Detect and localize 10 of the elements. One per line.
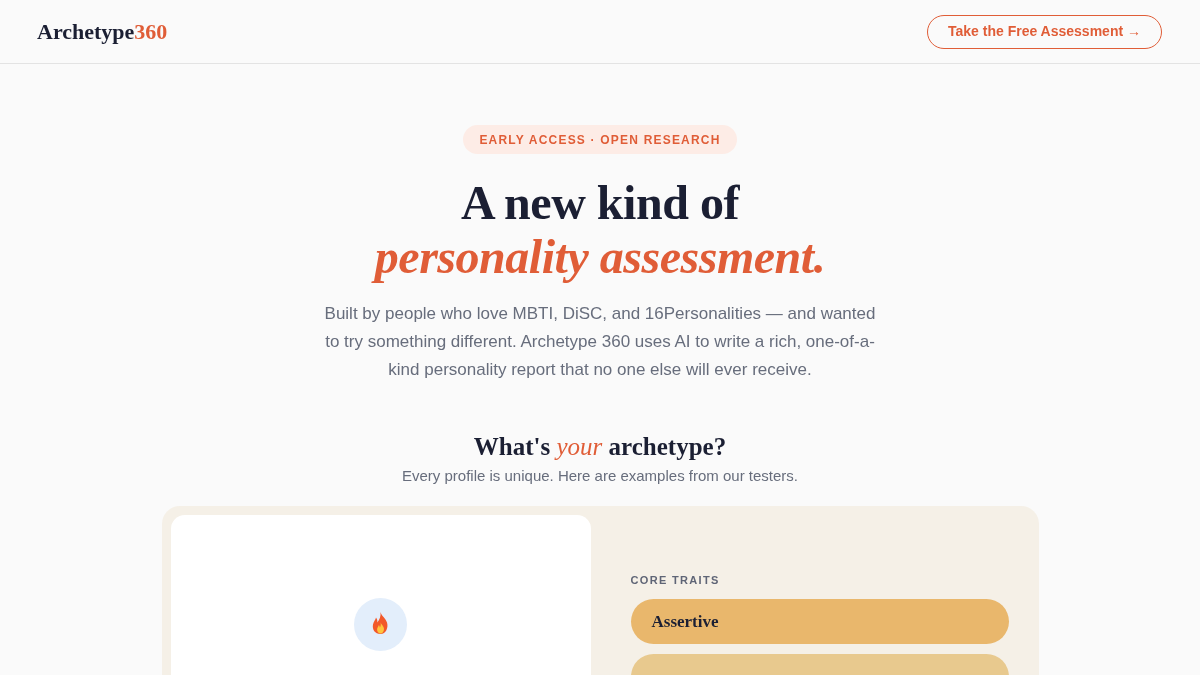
hero-description: Built by people who love MBTI, DiSC, and 16Personalities — and wanted to try something different. Archetype 360 uses AI to write a rich, one-of-a-kind personality report that no one else will ever receive. xyxy=(323,303,877,381)
logo-text: Archetype xyxy=(37,20,135,43)
trait-label: Assertive xyxy=(651,610,719,633)
section-subheading: Every profile is unique. Here are examples from our testers. xyxy=(402,466,798,486)
section-heading: What's your archetype? xyxy=(473,432,727,462)
hero-title: A new kind of xyxy=(461,176,739,230)
fire-icon xyxy=(354,598,407,651)
logo-number: 360 xyxy=(134,20,168,43)
traits-label: CORE TRAITS xyxy=(630,573,721,587)
early-access-badge: EARLY ACCESS · OPEN RESEARCH xyxy=(463,125,737,154)
